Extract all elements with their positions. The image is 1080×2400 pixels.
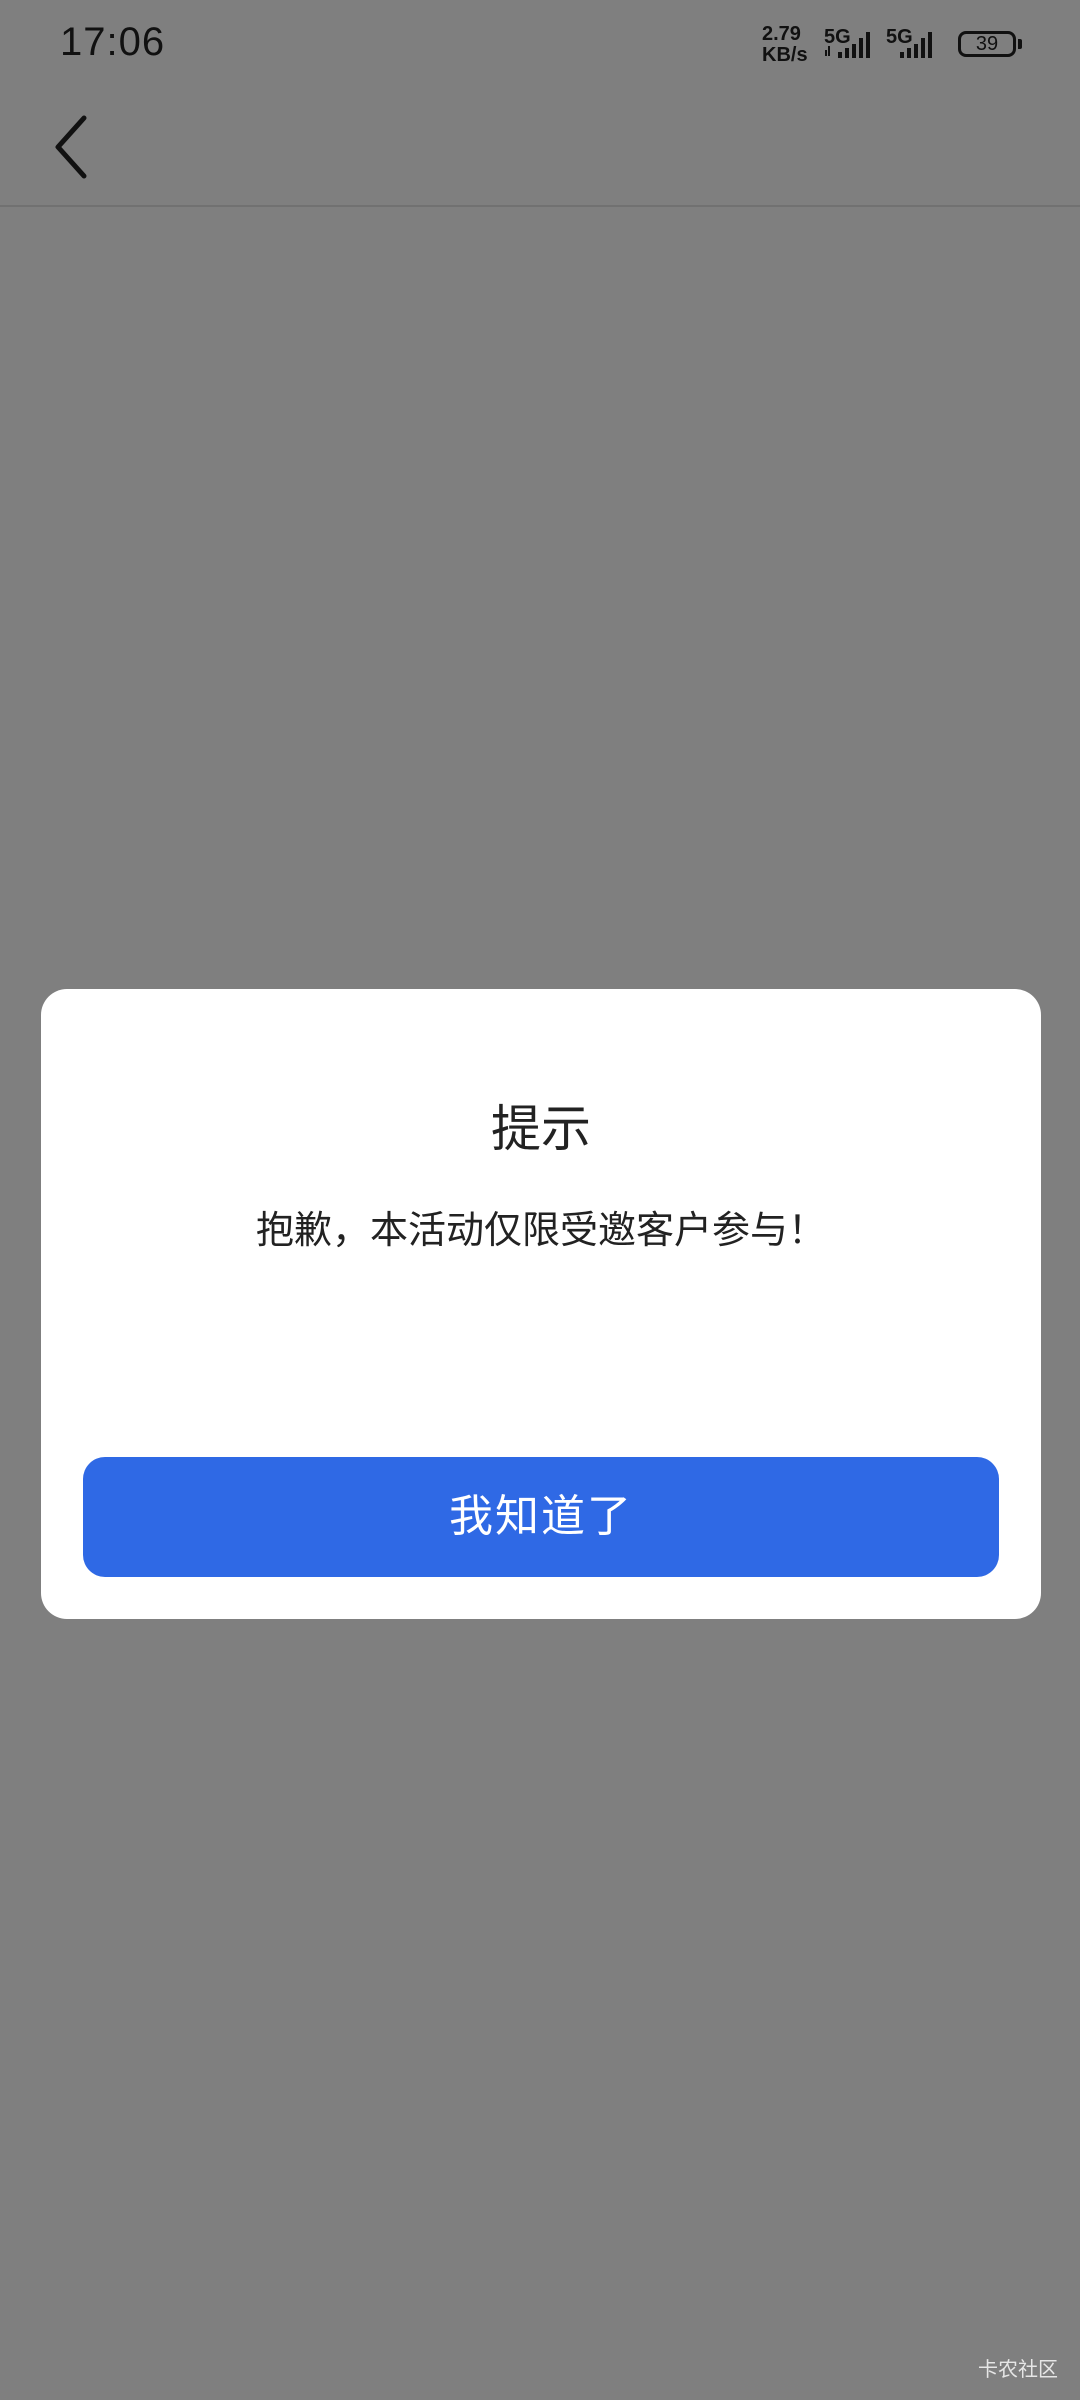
alert-dialog: 提示 抱歉，本活动仅限受邀客户参与！ 我知道了 xyxy=(41,989,1041,1619)
acknowledge-button[interactable]: 我知道了 xyxy=(83,1457,999,1577)
watermark: 卡农社区 xyxy=(978,2357,1058,2381)
dialog-message: 抱歉，本活动仅限受邀客户参与！ xyxy=(255,1208,826,1252)
dialog-title: 提示 xyxy=(491,1100,591,1158)
